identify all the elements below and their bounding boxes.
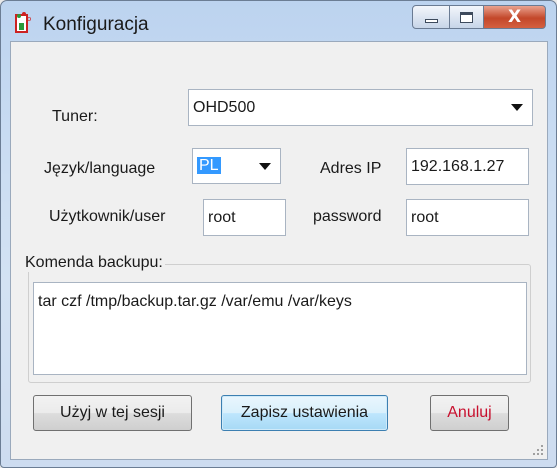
- ip-field[interactable]: 192.168.1.27: [406, 148, 529, 185]
- ip-field-value: 192.168.1.27: [411, 157, 505, 175]
- user-label: Użytkownik/user: [49, 208, 166, 225]
- close-button[interactable]: X: [484, 5, 546, 29]
- chevron-down-icon: [511, 104, 523, 111]
- app-icon: o: [15, 12, 31, 33]
- language-select-value: PL: [197, 157, 221, 174]
- user-field-value: root: [208, 208, 236, 226]
- caption-buttons: X: [412, 5, 546, 31]
- backup-group-label: Komenda backupu:: [23, 254, 165, 272]
- password-field[interactable]: root: [406, 199, 529, 236]
- use-in-session-button[interactable]: Użyj w tej sesji: [33, 395, 192, 431]
- tuner-select-value: OHD500: [193, 98, 256, 116]
- minimize-button[interactable]: [412, 5, 450, 29]
- maximize-icon: [460, 11, 473, 23]
- dialog-body: Tuner: OHD500 Język/language PL Adres IP…: [10, 41, 548, 460]
- cancel-button[interactable]: Anuluj: [430, 395, 509, 431]
- user-field[interactable]: root: [203, 199, 286, 236]
- close-icon: X: [507, 7, 522, 27]
- backup-command-text: tar czf /tmp/backup.tar.gz /var/emu /var…: [38, 293, 352, 310]
- resize-grip-icon[interactable]: [532, 444, 544, 456]
- tuner-select[interactable]: OHD500: [188, 89, 533, 126]
- minimize-icon: [424, 19, 438, 23]
- language-select[interactable]: PL: [192, 148, 281, 184]
- language-select-value-wrap: PL: [193, 157, 259, 175]
- config-window: o Konfiguracja X Tuner: OHD500 Język/lan…: [0, 0, 557, 468]
- password-label: password: [313, 208, 382, 225]
- backup-command-field[interactable]: tar czf /tmp/backup.tar.gz /var/emu /var…: [33, 282, 527, 375]
- save-settings-button[interactable]: Zapisz ustawienia: [221, 395, 388, 431]
- maximize-button[interactable]: [450, 5, 484, 29]
- svg-text:o: o: [27, 15, 31, 23]
- title-bar[interactable]: o Konfiguracja X: [1, 1, 556, 41]
- password-field-value: root: [411, 208, 439, 226]
- chevron-down-icon: [259, 162, 271, 170]
- ip-label: Adres IP: [320, 160, 382, 177]
- tuner-label: Tuner:: [52, 108, 98, 125]
- window-title: Konfiguracja: [43, 14, 149, 35]
- language-label: Język/language: [44, 160, 156, 177]
